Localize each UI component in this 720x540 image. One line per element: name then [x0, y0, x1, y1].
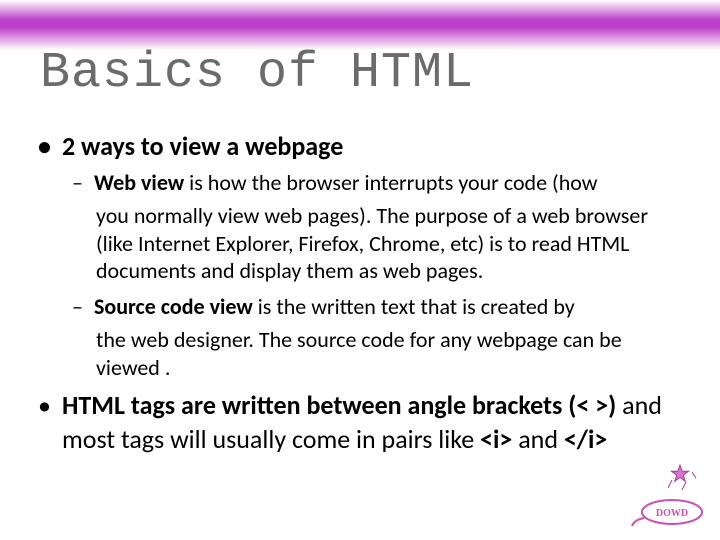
tags-bold1: HTML tags are written between angle brac…	[62, 389, 616, 421]
tags-text: HTML tags are written between angle brac…	[62, 389, 680, 457]
slide-title: Basics of HTML	[40, 45, 474, 102]
webview-lead: Web view	[94, 169, 184, 196]
sourceview-lead: Source code view	[94, 293, 253, 320]
webview-tail: is how the browser interrupts your code …	[184, 169, 597, 196]
bullet-level2-webview: – Web view is how the browser interrupts…	[72, 169, 680, 197]
bullet-dash-icon: –	[72, 169, 94, 197]
sourceview-line1: Source code view is the written text tha…	[94, 293, 575, 321]
dowd-logo: DOWD	[624, 460, 712, 530]
bullet-dot-icon: •	[38, 389, 62, 457]
tags-bold2: <i>	[480, 423, 512, 455]
content-area: • 2 ways to view a webpage – Web view is…	[38, 130, 680, 457]
svg-text:DOWD: DOWD	[656, 508, 688, 519]
webview-line1: Web view is how the browser interrupts y…	[94, 169, 598, 197]
webview-cont: you normally view web pages). The purpos…	[96, 202, 680, 285]
tags-bold3: </i>	[564, 423, 607, 455]
bullet-level2-sourceview: – Source code view is the written text t…	[72, 293, 680, 321]
bullet-level1-tags: • HTML tags are written between angle br…	[38, 389, 680, 457]
tags-plain2: and	[512, 423, 564, 455]
bullet-level1: • 2 ways to view a webpage	[38, 130, 680, 163]
sourceview-tail: is the written text that is created by	[253, 293, 575, 320]
sourceview-cont: the web designer. The source code for an…	[96, 326, 680, 381]
bullet1-text: 2 ways to view a webpage	[62, 130, 343, 163]
bullet-dot-icon: •	[38, 130, 62, 163]
header-gradient	[0, 0, 720, 50]
bullet-dash-icon: –	[72, 293, 94, 321]
